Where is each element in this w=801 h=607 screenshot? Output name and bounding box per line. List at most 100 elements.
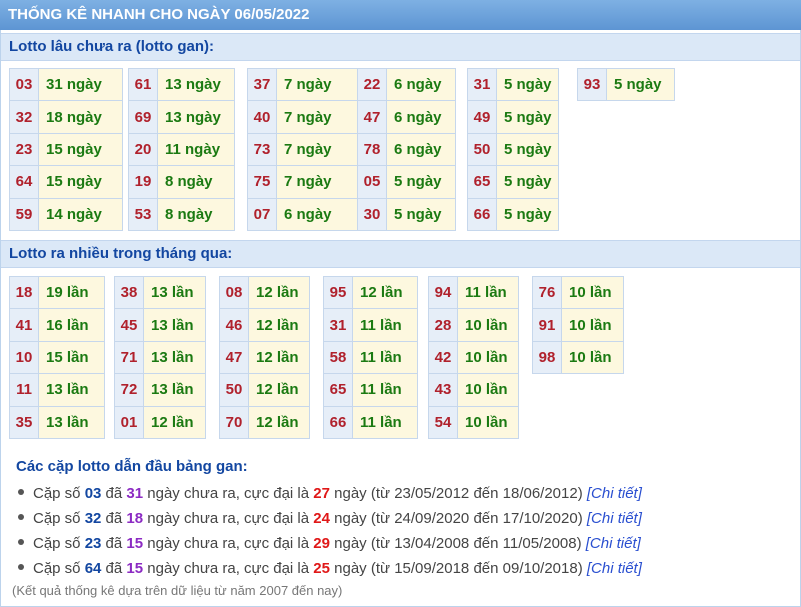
lotto-number: 45 [114, 308, 144, 342]
gan-group: 22 6 ngày 47 6 ngày 78 6 ngày 05 5 ngày 30 5 ngày [357, 67, 456, 231]
frequent-count: 11 lần [352, 308, 418, 342]
lotto-number: 10 [9, 340, 39, 375]
lotto-number: 75 [247, 165, 277, 199]
gan-group: 03 31 ngày 32 18 ngày 23 15 ngày 64 15 ngày 59 14… [9, 67, 123, 231]
gan-count: 15 ngày [38, 132, 123, 167]
table-row: 47 6 ngày [357, 100, 456, 134]
pair-range: ngày (từ 23/05/2012 đến 18/06/2012) [329, 485, 587, 502]
table-row: 35 13 lần [9, 405, 105, 439]
detail-link[interactable]: [Chi tiết] [587, 510, 642, 527]
lotto-number: 98 [532, 340, 562, 375]
table-row: 28 10 lần [428, 308, 519, 342]
lotto-number: 53 [128, 197, 158, 231]
lotto-number: 18 [9, 275, 39, 310]
table-row: 20 11 ngày [128, 132, 235, 167]
lotto-number: 66 [467, 197, 497, 231]
pair-days: 15 [126, 535, 144, 552]
table-row: 94 11 lần [428, 275, 519, 310]
table-row: 42 10 lần [428, 340, 519, 375]
lotto-number: 22 [357, 67, 387, 102]
gan-count: 13 ngày [157, 67, 235, 102]
table-row: 71 13 lần [114, 340, 206, 375]
table-row: 43 10 lần [428, 373, 519, 407]
list-item: Cặp số 32 đã 18 ngày chưa ra, cực đại là… [18, 509, 642, 534]
detail-link[interactable]: [Chi tiết] [586, 535, 641, 552]
gan-count: 11 ngày [157, 132, 235, 167]
lotto-number: 71 [114, 340, 144, 375]
pair-number: 64 [84, 560, 102, 577]
frequent-group: 95 12 lần 31 11 lần 58 11 lần 65 11 lần 66 11 lần [323, 275, 418, 439]
gan-count: 14 ngày [38, 197, 123, 231]
table-row: 59 14 ngày [9, 197, 123, 231]
frequent-count: 11 lần [352, 405, 418, 439]
lotto-number: 78 [357, 132, 387, 167]
table-row: 61 13 ngày [128, 67, 235, 102]
frequent-count: 10 lần [457, 373, 519, 407]
table-row: 76 10 lần [532, 275, 624, 310]
frequent-count: 13 lần [38, 373, 105, 407]
table-row: 73 7 ngày [247, 132, 358, 167]
table-row: 50 5 ngày [467, 132, 559, 167]
gan-count: 5 ngày [496, 67, 559, 102]
table-row: 95 12 lần [323, 275, 418, 310]
pair-text: ngày chưa ra, cực đại là [143, 510, 314, 527]
lotto-number: 32 [9, 100, 39, 134]
table-row: 64 15 ngày [9, 165, 123, 199]
lotto-number: 19 [128, 165, 158, 199]
detail-link[interactable]: [Chi tiết] [587, 485, 642, 502]
frequent-count: 10 lần [457, 308, 519, 342]
pair-days: 31 [126, 485, 144, 502]
lotto-number: 31 [467, 67, 497, 102]
gan-count: 5 ngày [386, 165, 456, 199]
table-row: 45 13 lần [114, 308, 206, 342]
lotto-number: 64 [9, 165, 39, 199]
gan-group: 37 7 ngày 40 7 ngày 73 7 ngày 75 7 ngày 07 6 ngày [247, 67, 358, 231]
table-row: 08 12 lần [219, 275, 310, 310]
list-item: Cặp số 03 đã 31 ngày chưa ra, cực đại là… [18, 484, 642, 509]
pair-text: ngày chưa ra, cực đại là [143, 485, 314, 502]
lotto-number: 11 [9, 373, 39, 407]
table-row: 19 8 ngày [128, 165, 235, 199]
table-row: 31 5 ngày [467, 67, 559, 102]
table-row: 72 13 lần [114, 373, 206, 407]
table-row: 23 15 ngày [9, 132, 123, 167]
list-item: Cặp số 23 đã 15 ngày chưa ra, cực đại là… [18, 534, 642, 559]
detail-link[interactable]: [Chi tiết] [587, 560, 642, 577]
frequent-count: 10 lần [457, 340, 519, 375]
lotto-number: 65 [323, 373, 353, 407]
frequent-count: 13 lần [143, 373, 206, 407]
lotto-number: 03 [9, 67, 39, 102]
gan-group: 93 5 ngày [577, 67, 675, 102]
table-row: 49 5 ngày [467, 100, 559, 134]
lotto-number: 70 [219, 405, 249, 439]
list-item: Cặp số 64 đã 15 ngày chưa ra, cực đại là… [18, 559, 642, 584]
table-row: 66 5 ngày [467, 197, 559, 231]
gan-count: 8 ngày [157, 197, 235, 231]
frequent-group: 94 11 lần 28 10 lần 42 10 lần 43 10 lần 54 10 lần [428, 275, 519, 439]
table-row: 78 6 ngày [357, 132, 456, 167]
gan-count: 6 ngày [386, 67, 456, 102]
frequent-count: 12 lần [248, 308, 310, 342]
frequent-count: 11 lần [352, 373, 418, 407]
frequent-count: 10 lần [561, 275, 624, 310]
table-row: 91 10 lần [532, 308, 624, 342]
pairs-heading: Các cặp lotto dẫn đầu bảng gan: [16, 458, 248, 475]
frequent-count: 12 lần [248, 373, 310, 407]
table-row: 38 13 lần [114, 275, 206, 310]
bullet-icon [18, 514, 24, 521]
gan-count: 6 ngày [386, 132, 456, 167]
lotto-number: 58 [323, 340, 353, 375]
table-row: 66 11 lần [323, 405, 418, 439]
frequent-count: 13 lần [143, 308, 206, 342]
lotto-number: 49 [467, 100, 497, 134]
lotto-number: 40 [247, 100, 277, 134]
page-title: THỐNG KÊ NHANH CHO NGÀY 06/05/2022 [0, 0, 801, 30]
frequent-group: 38 13 lần 45 13 lần 71 13 lần 72 13 lần 01 12 lần [114, 275, 206, 439]
frequent-count: 15 lần [38, 340, 105, 375]
frequent-group: 08 12 lần 46 12 lần 47 12 lần 50 12 lần 70 12 lần [219, 275, 310, 439]
pair-max: 25 [313, 560, 330, 577]
gan-count: 7 ngày [276, 132, 358, 167]
lotto-number: 05 [357, 165, 387, 199]
pair-text: đã [101, 560, 127, 577]
table-row: 03 31 ngày [9, 67, 123, 102]
